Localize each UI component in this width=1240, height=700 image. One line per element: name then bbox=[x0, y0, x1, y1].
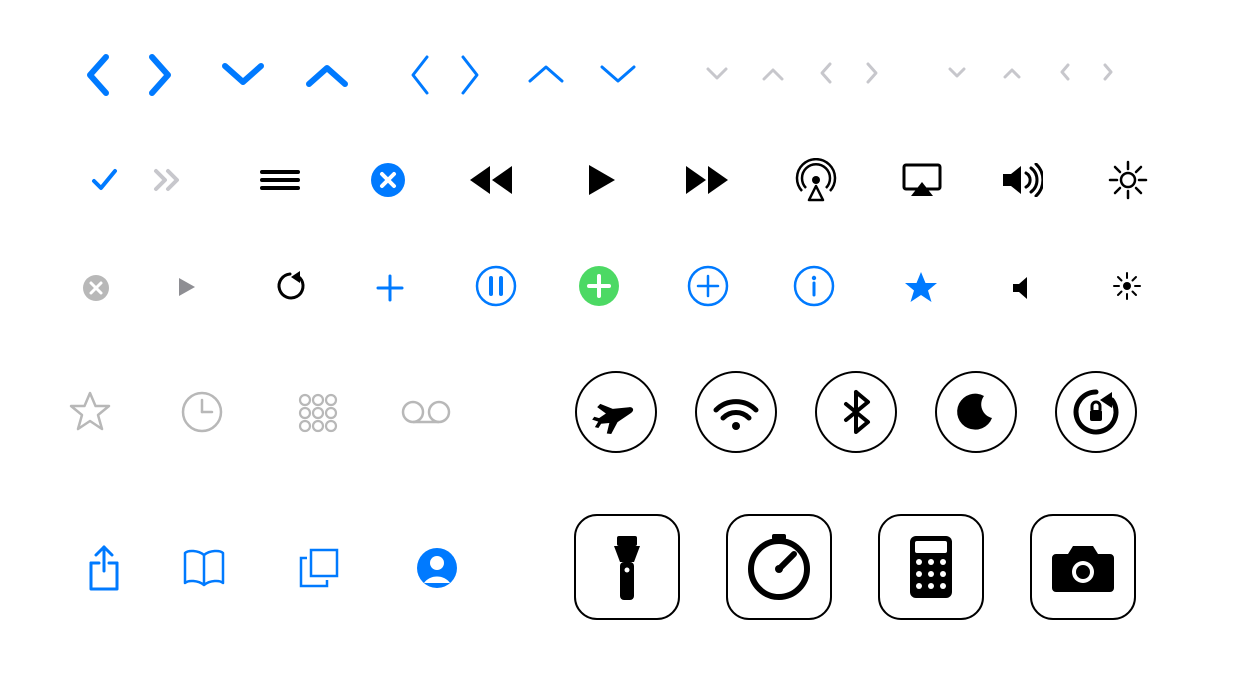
chevron-left-small-icon bbox=[816, 58, 836, 88]
airplane-mode-toggle[interactable] bbox=[572, 368, 660, 456]
close-gray-icon[interactable] bbox=[78, 270, 114, 306]
fast-forward-icon[interactable] bbox=[678, 160, 734, 200]
chevron-up-icon[interactable] bbox=[297, 55, 357, 95]
brightness-outline-icon[interactable] bbox=[1104, 156, 1152, 204]
chevron-down-mini-icon bbox=[945, 64, 969, 82]
double-chevron-right-icon[interactable] bbox=[148, 162, 188, 198]
chevron-down-small-icon bbox=[702, 62, 732, 86]
contact-filled-icon[interactable] bbox=[413, 544, 461, 592]
chevron-right-icon[interactable] bbox=[141, 50, 181, 100]
refresh-icon[interactable] bbox=[273, 268, 309, 304]
chevron-up-mini-icon bbox=[1000, 64, 1024, 82]
volume-up-icon[interactable] bbox=[997, 158, 1047, 202]
pause-circle-icon[interactable] bbox=[472, 262, 520, 310]
menu-icon[interactable] bbox=[255, 162, 305, 198]
airplay-icon[interactable] bbox=[898, 158, 946, 202]
voicemail-icon[interactable] bbox=[398, 396, 454, 428]
star-filled-icon[interactable] bbox=[899, 266, 943, 310]
do-not-disturb-toggle[interactable] bbox=[932, 368, 1020, 456]
flashlight-button[interactable] bbox=[570, 510, 684, 624]
wifi-toggle[interactable] bbox=[692, 368, 780, 456]
chevron-left-mini-icon bbox=[1057, 60, 1073, 84]
checkmark-icon bbox=[84, 160, 124, 200]
play-small-icon[interactable] bbox=[172, 272, 202, 302]
chevron-right-mini-icon bbox=[1100, 60, 1116, 84]
timer-button[interactable] bbox=[722, 510, 836, 624]
close-filled-icon[interactable] bbox=[366, 158, 410, 202]
plus-icon[interactable] bbox=[370, 268, 410, 308]
rotation-lock-toggle[interactable] bbox=[1052, 368, 1140, 456]
chevron-left-icon[interactable] bbox=[77, 50, 117, 100]
calculator-button[interactable] bbox=[874, 510, 988, 624]
clock-icon[interactable] bbox=[176, 386, 228, 438]
chevron-down-thin-icon[interactable] bbox=[593, 56, 643, 92]
copy-icon[interactable] bbox=[293, 542, 345, 594]
chevron-down-icon[interactable] bbox=[213, 55, 273, 95]
info-circle-icon[interactable] bbox=[790, 262, 838, 310]
rewind-icon[interactable] bbox=[464, 160, 520, 200]
airdrop-icon[interactable] bbox=[790, 154, 842, 206]
share-icon[interactable] bbox=[80, 538, 128, 598]
keypad-icon[interactable] bbox=[293, 388, 343, 438]
chevron-right-small-icon bbox=[862, 58, 882, 88]
brightness-dot-icon[interactable] bbox=[1109, 268, 1145, 304]
book-icon[interactable] bbox=[178, 546, 230, 592]
star-outline-icon[interactable] bbox=[64, 386, 116, 438]
bluetooth-toggle[interactable] bbox=[812, 368, 900, 456]
chevron-right-thin-icon[interactable] bbox=[455, 50, 485, 100]
plus-circle-icon[interactable] bbox=[684, 262, 732, 310]
camera-button[interactable] bbox=[1026, 510, 1140, 624]
chevron-left-thin-icon[interactable] bbox=[405, 50, 435, 100]
chevron-up-small-icon bbox=[758, 62, 788, 86]
play-icon[interactable] bbox=[582, 158, 622, 202]
chevron-up-thin-icon[interactable] bbox=[521, 56, 571, 92]
volume-icon[interactable] bbox=[1006, 270, 1042, 306]
plus-circle-filled-icon[interactable] bbox=[575, 262, 623, 310]
